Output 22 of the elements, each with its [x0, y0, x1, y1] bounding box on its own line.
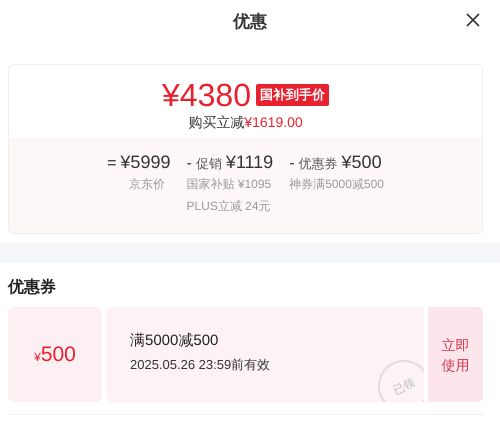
- coupon-condition: 满5000减500: [130, 331, 220, 350]
- coupon-value: ¥500: [34, 342, 76, 366]
- item-label: 促销: [196, 155, 222, 173]
- sheet-title: 优惠: [233, 10, 267, 32]
- operator: =: [107, 155, 116, 173]
- saving-text: 购买立减¥1619.00: [188, 114, 303, 132]
- operator: -: [289, 155, 295, 173]
- item-amount: ¥1119: [226, 152, 274, 173]
- coupon-validity: 2025.05.26 23:59前有效: [130, 356, 272, 374]
- use-now-button[interactable]: 立即使用: [428, 307, 483, 402]
- operator: -: [186, 155, 192, 173]
- item-note: 神券满5000减500: [289, 176, 384, 193]
- item-amount: ¥5999: [120, 152, 170, 173]
- item-amount: ¥500: [342, 152, 382, 173]
- item-note: PLUS立减 24元: [186, 198, 272, 215]
- section-title: 优惠券: [6, 278, 57, 298]
- close-icon[interactable]: [465, 12, 481, 28]
- item-note: 国家补贴 ¥1095: [186, 176, 272, 193]
- price-badge: 国补到手价: [256, 84, 329, 106]
- item-note: 京东价: [128, 176, 166, 193]
- final-price: ¥4380: [162, 77, 251, 113]
- item-label: 优惠券: [298, 155, 338, 173]
